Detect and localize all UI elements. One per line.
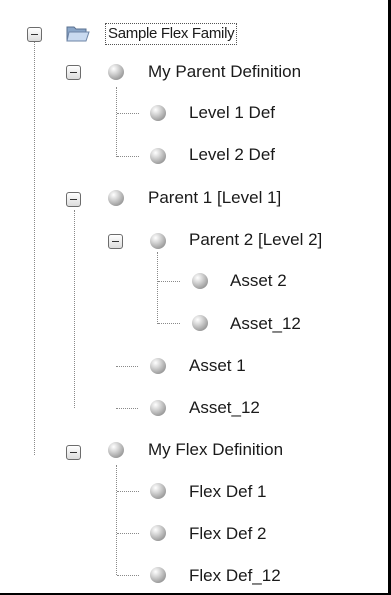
tree-connector bbox=[116, 366, 138, 367]
collapse-toggle[interactable] bbox=[66, 65, 81, 80]
tree-node-label: Asset_12 bbox=[230, 314, 301, 333]
sphere-icon bbox=[108, 442, 124, 458]
tree-connector bbox=[74, 210, 75, 408]
open-folder-icon bbox=[66, 26, 90, 42]
tree-connector bbox=[117, 113, 139, 114]
sphere-icon bbox=[150, 148, 166, 164]
sphere-icon bbox=[150, 105, 166, 121]
tree-node-label: Flex Def 2 bbox=[189, 524, 267, 543]
tree-connector bbox=[34, 42, 35, 455]
tree-connector bbox=[117, 156, 139, 157]
collapse-toggle[interactable] bbox=[27, 27, 42, 42]
tree-connector bbox=[157, 252, 158, 324]
collapse-toggle[interactable] bbox=[108, 234, 123, 249]
tree-node-label: Flex Def 1 bbox=[189, 482, 267, 501]
sphere-icon bbox=[150, 567, 166, 583]
tree-node-label: Level 1 Def bbox=[189, 103, 275, 122]
tree-node-label: My Parent Definition bbox=[148, 62, 302, 81]
collapse-toggle[interactable] bbox=[66, 445, 81, 460]
sphere-icon bbox=[150, 233, 166, 249]
sphere-icon bbox=[108, 64, 124, 80]
tree-connector bbox=[116, 465, 117, 575]
sphere-icon bbox=[150, 358, 166, 374]
tree-connector bbox=[117, 533, 139, 534]
tree-connector bbox=[117, 491, 139, 492]
tree-view-panel: Sample Flex Family My Parent Definition … bbox=[0, 0, 391, 595]
tree-connector bbox=[158, 281, 180, 282]
tree-node-label: Sample Flex Family bbox=[105, 23, 238, 45]
sphere-icon bbox=[108, 190, 124, 206]
tree-node-label: Flex Def_12 bbox=[189, 566, 281, 585]
tree: Sample Flex Family My Parent Definition … bbox=[0, 0, 388, 593]
sphere-icon bbox=[192, 315, 208, 331]
sphere-icon bbox=[150, 400, 166, 416]
tree-node-label: Asset_12 bbox=[189, 398, 260, 417]
tree-node-label: Level 2 Def bbox=[189, 145, 275, 164]
sphere-icon bbox=[150, 525, 166, 541]
tree-node-label: Asset 2 bbox=[230, 271, 287, 290]
tree-node-label: Parent 1 [Level 1] bbox=[148, 188, 282, 207]
tree-connector bbox=[117, 575, 139, 576]
tree-node-label: Parent 2 [Level 2] bbox=[189, 230, 323, 249]
tree-node-label: Asset 1 bbox=[189, 356, 246, 375]
sphere-icon bbox=[192, 273, 208, 289]
tree-connector bbox=[116, 408, 138, 409]
tree-connector bbox=[158, 323, 180, 324]
tree-connector bbox=[116, 87, 117, 157]
collapse-toggle[interactable] bbox=[66, 192, 81, 207]
sphere-icon bbox=[150, 483, 166, 499]
tree-node-label: My Flex Definition bbox=[148, 440, 284, 459]
